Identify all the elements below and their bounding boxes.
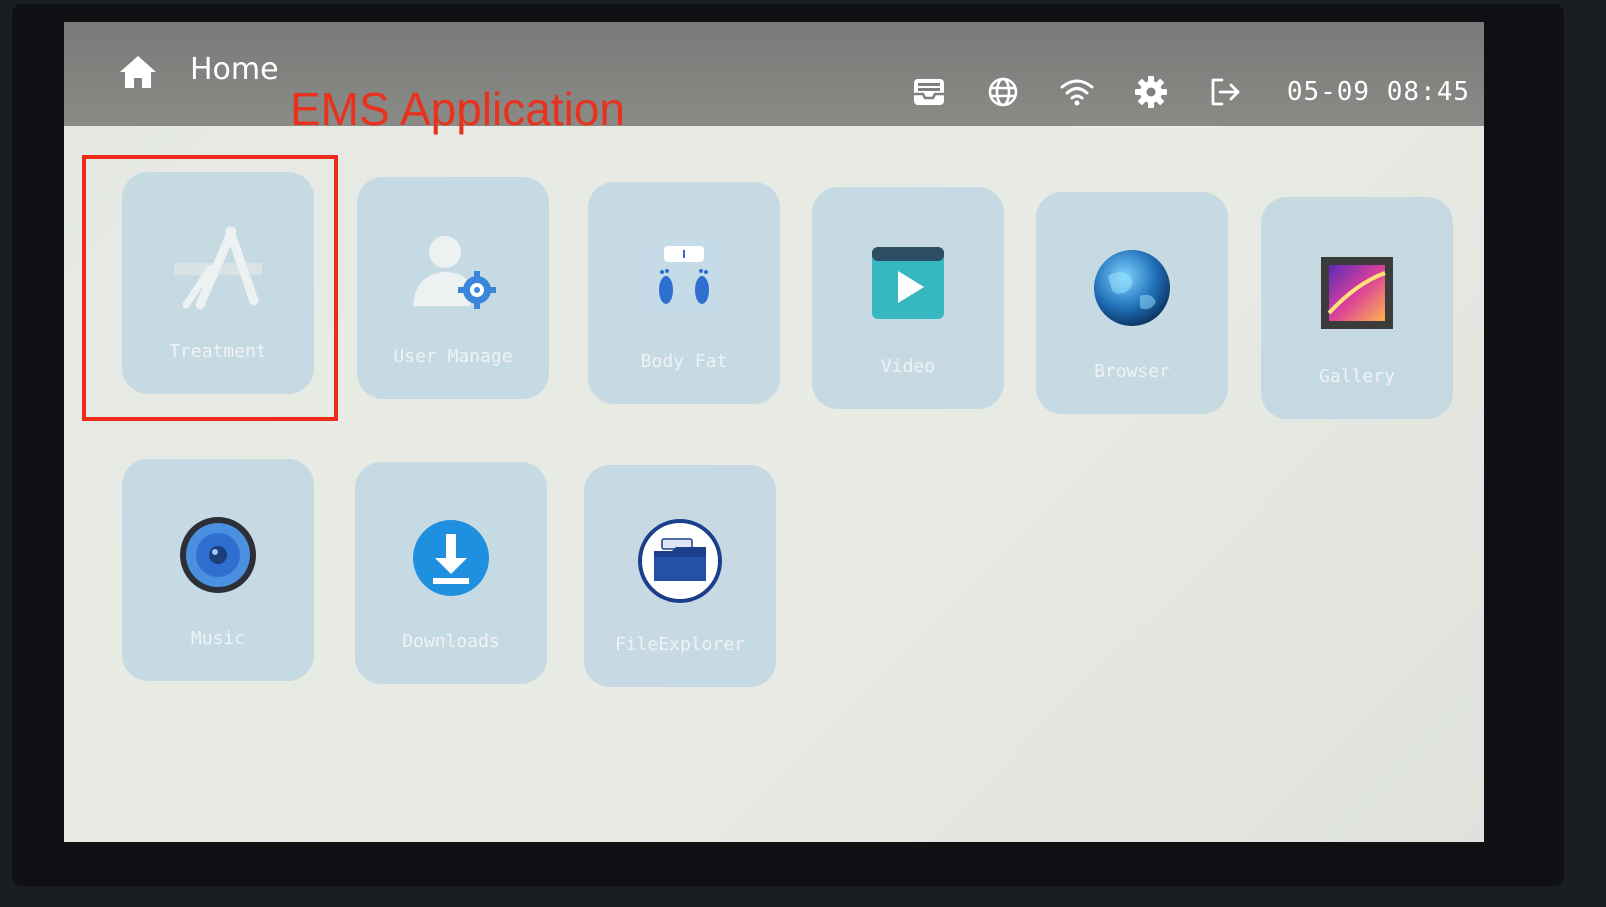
- app-tile-video[interactable]: Video: [812, 187, 1004, 409]
- picture-icon: [1309, 245, 1405, 341]
- app-label: User Manage: [393, 346, 513, 367]
- annotation-highlight-box: [82, 155, 338, 421]
- app-tile-browser[interactable]: Browser: [1036, 192, 1228, 414]
- app-label: Body Fat: [640, 351, 728, 372]
- app-label: Browser: [1094, 361, 1170, 382]
- user-gear-icon: [405, 225, 501, 321]
- annotation-label: EMS Application: [290, 83, 625, 135]
- scale-icon: [636, 230, 732, 326]
- app-label: FileExplorer: [614, 634, 746, 655]
- screen: Home 05-09 08:45 Treatment User Manage B…: [64, 22, 1484, 842]
- app-label: Music: [190, 628, 246, 649]
- app-tile-gallery[interactable]: Gallery: [1261, 197, 1453, 419]
- app-tile-fileexplorer[interactable]: FileExplorer: [584, 465, 776, 687]
- play-icon: [860, 235, 956, 331]
- download-icon: [403, 510, 499, 606]
- app-label: Gallery: [1319, 366, 1395, 387]
- globe-icon: [1084, 240, 1180, 336]
- folder-icon: [632, 513, 728, 609]
- app-label: Video: [880, 356, 936, 377]
- app-tile-downloads[interactable]: Downloads: [355, 462, 547, 684]
- app-label: Downloads: [402, 631, 500, 652]
- app-grid: Treatment User Manage Body Fat Video Bro…: [64, 22, 1484, 842]
- app-tile-user-manage[interactable]: User Manage: [357, 177, 549, 399]
- app-tile-music[interactable]: Music: [122, 459, 314, 681]
- speaker-icon: [170, 507, 266, 603]
- app-tile-body-fat[interactable]: Body Fat: [588, 182, 780, 404]
